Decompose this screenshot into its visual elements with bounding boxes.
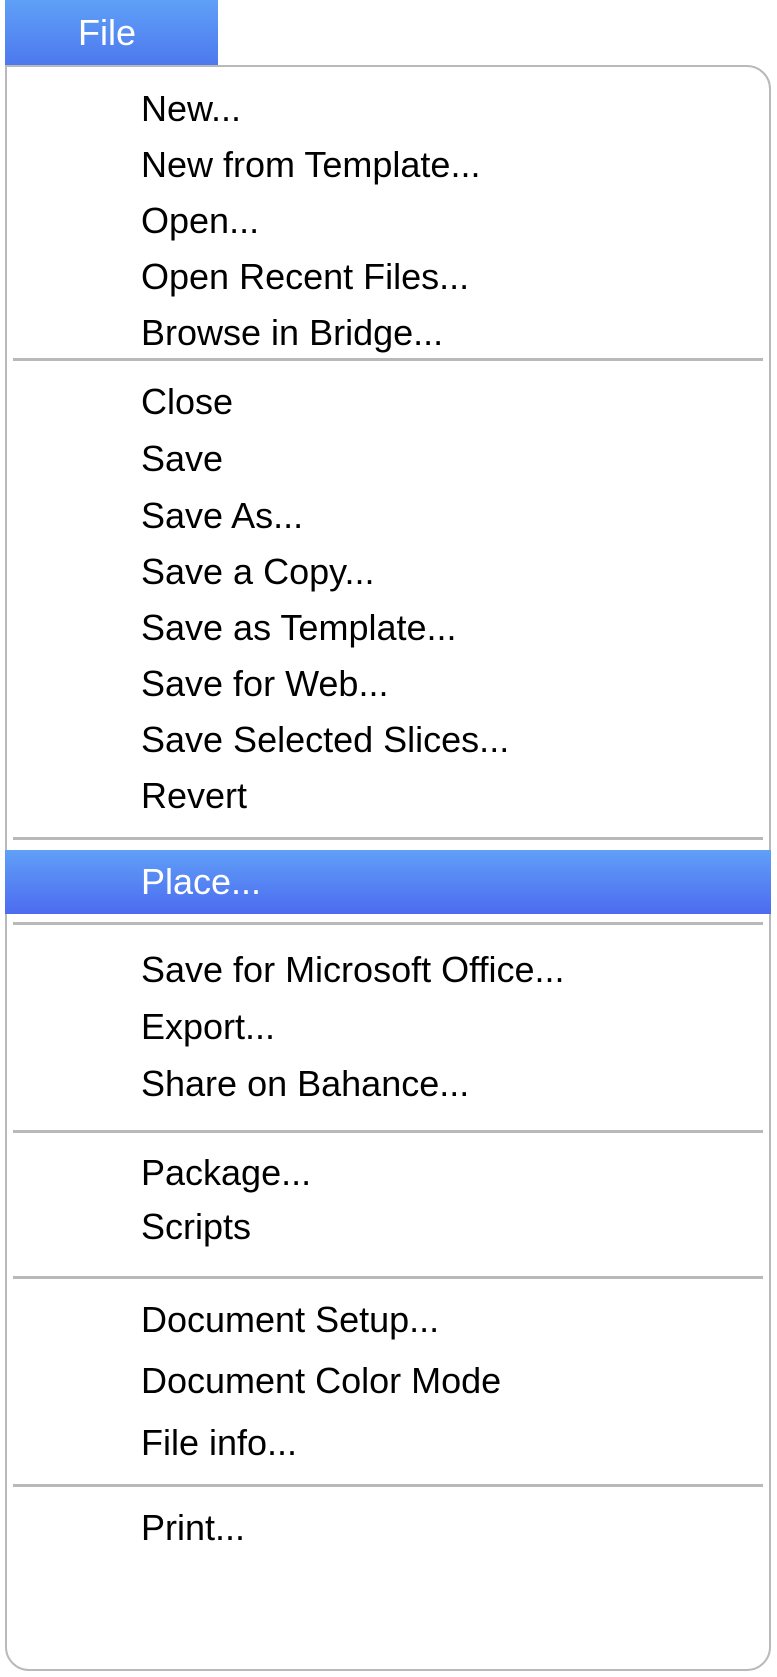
menu-item-new[interactable]: New... xyxy=(7,79,769,139)
menu-item-export[interactable]: Export... xyxy=(7,997,769,1057)
menu-item-file-info[interactable]: File info... xyxy=(7,1413,769,1473)
menu-item-package[interactable]: Package... xyxy=(7,1143,769,1203)
menu-item-save-for-microsoft-office[interactable]: Save for Microsoft Office... xyxy=(7,940,769,1000)
menu-item-document-color-mode[interactable]: Document Color Mode xyxy=(7,1351,769,1411)
menu-item-document-setup[interactable]: Document Setup... xyxy=(7,1290,769,1350)
menu-item-save-for-web[interactable]: Save for Web... xyxy=(7,654,769,714)
menu-item-browse-in-bridge[interactable]: Browse in Bridge... xyxy=(7,303,769,363)
menu-item-open-recent-files[interactable]: Open Recent Files... xyxy=(7,247,769,307)
menu-item-scripts[interactable]: Scripts xyxy=(7,1197,769,1257)
menu-item-share-on-behance[interactable]: Share on Bahance... xyxy=(7,1054,769,1114)
menu-item-new-from-template[interactable]: New from Template... xyxy=(7,135,769,195)
menu-separator xyxy=(13,922,763,925)
menu-item-save[interactable]: Save xyxy=(7,429,769,489)
menu-item-save-selected-slices[interactable]: Save Selected Slices... xyxy=(7,710,769,770)
menu-item-place[interactable]: Place... xyxy=(5,850,771,914)
menu-item-save-a-copy[interactable]: Save a Copy... xyxy=(7,542,769,602)
menu-separator xyxy=(13,1276,763,1279)
menu-item-revert[interactable]: Revert xyxy=(7,766,769,826)
menu-separator xyxy=(13,837,763,840)
menu-item-open[interactable]: Open... xyxy=(7,191,769,251)
menu-separator xyxy=(13,1484,763,1487)
menu-item-close[interactable]: Close xyxy=(7,372,769,432)
file-menu-dropdown: New... New from Template... Open... Open… xyxy=(5,65,771,1671)
menu-item-print[interactable]: Print... xyxy=(7,1498,769,1558)
menu-item-save-as-template[interactable]: Save as Template... xyxy=(7,598,769,658)
file-menu-title[interactable]: File xyxy=(5,0,218,66)
menu-separator xyxy=(13,1130,763,1133)
menu-separator xyxy=(13,358,763,361)
menu-item-save-as[interactable]: Save As... xyxy=(7,486,769,546)
